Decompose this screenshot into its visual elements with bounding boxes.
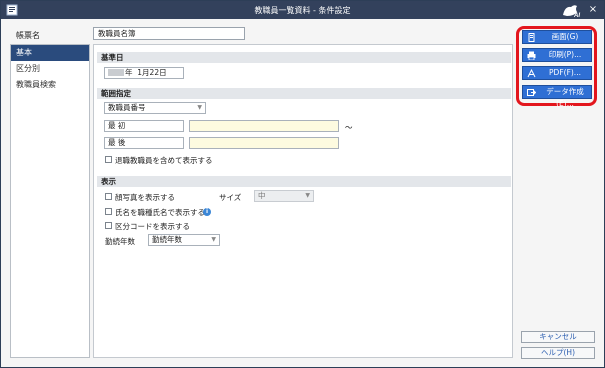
- export-icon: [527, 89, 536, 96]
- size-label: サイズ: [219, 193, 242, 202]
- print-button[interactable]: 印刷(P)...: [522, 48, 592, 62]
- section-range: 範囲指定: [97, 88, 511, 99]
- range-last-input[interactable]: [189, 137, 339, 149]
- dialog-window: 教職員一覧資料 - 条件設定 AI × 帳票名 教職員名簿 基本 区分別 教職員…: [0, 0, 605, 368]
- pdf-button[interactable]: PDF(F)...: [522, 66, 592, 80]
- cancel-button[interactable]: キャンセル: [521, 331, 595, 343]
- sidebar: 基本 区分別 教職員検索: [10, 44, 90, 358]
- chevron-down-icon: ▼: [211, 236, 216, 243]
- year-suffix: 年: [125, 68, 133, 77]
- include-retired-label: 退職教職員を含めて表示する: [115, 156, 213, 165]
- svg-text:AI: AI: [573, 13, 580, 18]
- show-name-title-label: 氏名を職種氏名で表示する: [115, 208, 205, 217]
- pdf-button-label: PDF(F)...: [549, 68, 581, 77]
- close-icon[interactable]: ×: [587, 4, 599, 16]
- base-date-input[interactable]: 年 1月22日: [104, 67, 184, 79]
- data-export-button-label: データ作成(E)...: [546, 87, 584, 108]
- show-photo-label: 顔写真を表示する: [115, 193, 175, 202]
- show-code-checkbox[interactable]: [105, 222, 112, 229]
- show-name-title-checkbox[interactable]: [105, 208, 112, 215]
- size-value: 中: [258, 191, 266, 200]
- range-tilde: ～: [345, 123, 353, 132]
- chevron-down-icon: ▼: [197, 104, 202, 111]
- years-value: 勤続年数: [152, 235, 182, 244]
- show-photo-checkbox[interactable]: [105, 193, 112, 200]
- title-bar: 教職員一覧資料 - 条件設定 AI ×: [1, 1, 604, 19]
- years-label: 勤続年数: [105, 237, 135, 246]
- range-first-label: 最 初: [108, 121, 126, 130]
- ai-logo-icon: AI: [563, 5, 580, 18]
- pdf-icon: [527, 69, 536, 78]
- era-placeholder: [108, 69, 124, 76]
- sidebar-item-staff-search[interactable]: 教職員検索: [11, 77, 89, 93]
- help-button[interactable]: ヘルプ(H): [521, 347, 595, 359]
- range-field-value: 教職員番号: [108, 103, 146, 112]
- settings-panel: 基準日 年 1月22日 範囲指定 教職員番号 ▼ 最 初 ～ 最 後 退職教職員…: [93, 44, 513, 358]
- sidebar-item-basic[interactable]: 基本: [11, 45, 89, 61]
- report-name-input[interactable]: 教職員名簿: [93, 27, 245, 40]
- range-first-label-box: 最 初: [104, 120, 184, 132]
- range-field-select[interactable]: 教職員番号 ▼: [104, 102, 206, 114]
- printer-icon: [527, 51, 536, 60]
- window-title: 教職員一覧資料 - 条件設定: [254, 6, 351, 15]
- section-base-date: 基準日: [97, 52, 511, 63]
- info-icon[interactable]: i: [203, 208, 211, 216]
- size-select[interactable]: 中 ▼: [254, 190, 314, 202]
- range-last-label: 最 後: [108, 138, 126, 147]
- range-first-input[interactable]: [189, 120, 339, 132]
- screen-icon: [528, 33, 535, 42]
- month-day-value: 1月22日: [137, 68, 167, 77]
- range-last-label-box: 最 後: [104, 137, 184, 149]
- data-export-button[interactable]: データ作成(E)...: [522, 85, 592, 108]
- report-name-label: 帳票名: [16, 31, 40, 40]
- show-code-label: 区分コードを表示する: [115, 222, 190, 231]
- print-button-label: 印刷(P)...: [548, 50, 582, 59]
- include-retired-checkbox[interactable]: [105, 156, 112, 163]
- chevron-down-icon: ▼: [305, 192, 310, 199]
- years-select[interactable]: 勤続年数 ▼: [148, 234, 220, 246]
- screen-button-label: 画面(G): [551, 32, 579, 41]
- sidebar-item-category[interactable]: 区分別: [11, 61, 89, 77]
- section-display: 表示: [97, 176, 511, 187]
- screen-button[interactable]: 画面(G): [522, 30, 592, 44]
